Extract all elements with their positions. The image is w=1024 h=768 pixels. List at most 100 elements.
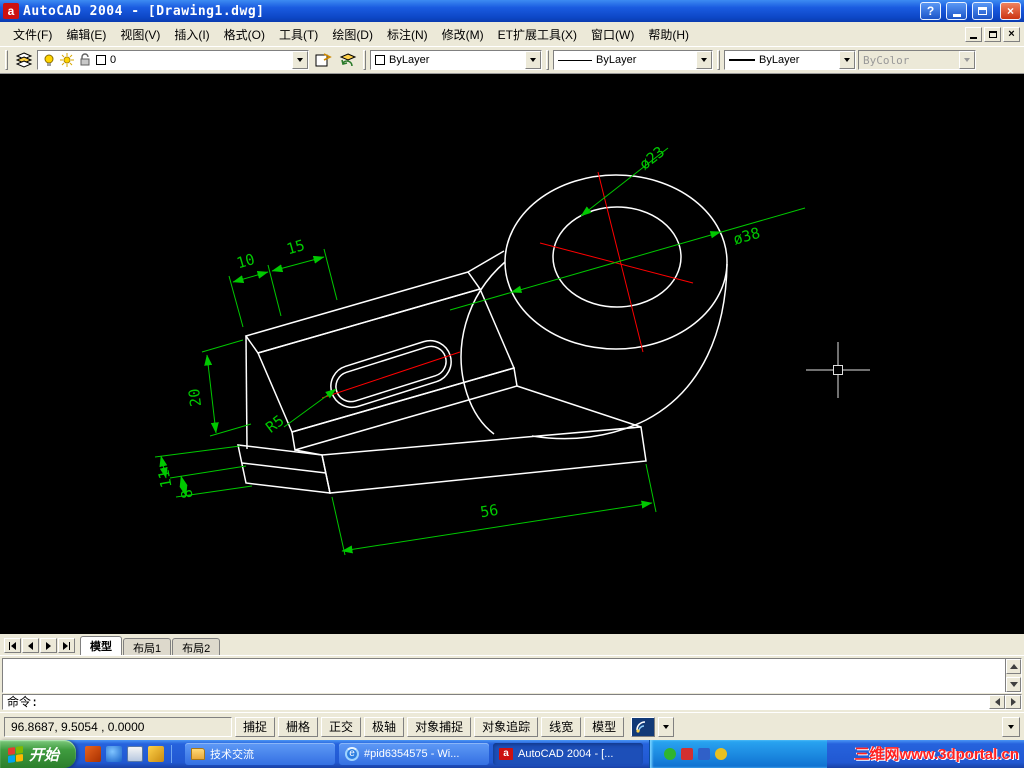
menu-item-window[interactable]: 窗口(W) — [584, 23, 641, 46]
cylinder-right-silhouette[interactable] — [531, 263, 728, 440]
lineweight-combobox[interactable]: ByLayer — [724, 50, 856, 70]
status-tray-menu-button[interactable] — [1002, 716, 1020, 737]
menu-item-help[interactable]: 帮助(H) — [641, 23, 696, 46]
tray-icon-blue[interactable] — [698, 748, 711, 760]
toggle-osnap[interactable]: 对象捕捉 — [407, 716, 472, 737]
start-button[interactable]: 开始 — [0, 740, 77, 768]
taskbar-task-browser[interactable]: e #pid6354575 - Wi... — [339, 743, 490, 765]
menu-item-format[interactable]: 格式(O) — [217, 23, 272, 46]
toolbar-drag-handle[interactable] — [717, 50, 720, 70]
extension-line[interactable] — [267, 264, 282, 317]
close-button[interactable]: × — [1000, 2, 1021, 20]
command-history[interactable]: 命令: _ucsicon 输入选项 [开(ON)/关(OFF)/全部(A)/非原… — [2, 658, 1022, 693]
centerlines[interactable] — [321, 171, 694, 399]
layer-combobox[interactable]: 0 — [37, 50, 309, 70]
part-geometry[interactable] — [237, 174, 728, 494]
dim-text-10[interactable]: 10 — [234, 250, 256, 272]
first-tab-button[interactable] — [4, 638, 21, 653]
menu-item-tools[interactable]: 工具(T) — [272, 23, 325, 46]
tray-icon-red[interactable] — [681, 748, 694, 760]
dim-text-r5[interactable]: R5 — [262, 411, 287, 436]
tab-layout2[interactable]: 布局2 — [172, 638, 221, 655]
restore-button[interactable] — [972, 2, 993, 20]
toggle-ortho[interactable]: 正交 — [321, 716, 362, 737]
toolbar-drag-handle[interactable] — [546, 50, 549, 70]
scroll-right-button[interactable] — [1005, 695, 1021, 709]
dim-line-20[interactable] — [204, 354, 219, 434]
cylinder-centerline-horizontal[interactable] — [539, 242, 694, 284]
cylinder-bore-ellipse[interactable] — [552, 206, 682, 308]
toggle-grid[interactable]: 栅格 — [278, 716, 319, 737]
communication-center-button[interactable] — [631, 716, 656, 737]
help-title-button[interactable]: ? — [920, 2, 941, 20]
taskbar-task-folder[interactable]: 技术交流 — [185, 743, 336, 765]
command-input-line[interactable]: 命令: — [2, 694, 1022, 710]
extension-line[interactable] — [331, 496, 346, 556]
autocad-app-icon[interactable]: a — [3, 3, 19, 19]
layer-freeze-sun-icon[interactable] — [60, 53, 74, 67]
bracket-left-curve[interactable] — [460, 261, 506, 435]
layer-previous-button[interactable] — [336, 49, 359, 71]
toggle-lineweight[interactable]: 线宽 — [541, 716, 582, 737]
part-left-edge[interactable] — [245, 335, 248, 450]
quick-launch-icon-2[interactable] — [148, 746, 165, 762]
part-base-top-edge[interactable] — [516, 385, 642, 428]
menu-item-dimension[interactable]: 标注(N) — [380, 23, 435, 46]
internet-explorer-icon[interactable] — [106, 746, 123, 762]
dim-line-15[interactable] — [271, 255, 325, 273]
dimension-lines[interactable] — [154, 147, 806, 556]
dim-line-dia38[interactable] — [449, 207, 806, 311]
last-tab-button[interactable] — [58, 638, 75, 653]
mdi-minimize-button[interactable] — [965, 26, 982, 42]
color-combobox[interactable]: ByLayer — [370, 50, 542, 70]
scroll-down-button[interactable] — [1006, 677, 1021, 692]
menu-item-edit[interactable]: 编辑(E) — [59, 23, 113, 46]
toggle-otrack[interactable]: 对象追踪 — [474, 716, 539, 737]
menu-item-view[interactable]: 视图(V) — [113, 23, 167, 46]
menu-item-draw[interactable]: 绘图(D) — [325, 23, 380, 46]
drawing-canvas[interactable]: 10 15 20 11 8 56 R5 ø23 ø38 — [0, 74, 1024, 634]
extension-line[interactable] — [645, 463, 657, 513]
toolbar-drag-handle[interactable] — [363, 50, 366, 70]
next-tab-button[interactable] — [40, 638, 57, 653]
layer-lock-icon[interactable] — [78, 53, 92, 67]
part-base-step-line[interactable] — [241, 462, 327, 474]
extension-line[interactable] — [228, 275, 244, 328]
coordinate-display[interactable]: 96.8687, 9.5054 , 0.0000 — [4, 716, 232, 737]
tray-icon-green[interactable] — [664, 748, 677, 760]
extension-line[interactable] — [201, 339, 244, 353]
show-desktop-icon[interactable] — [127, 746, 144, 762]
quick-launch-icon-1[interactable] — [85, 746, 102, 762]
linetype-combobox[interactable]: ByLayer — [553, 50, 713, 70]
taskbar-task-autocad[interactable]: a AutoCAD 2004 - [... — [493, 743, 644, 765]
dim-text-56[interactable]: 56 — [479, 501, 500, 522]
extension-line[interactable] — [323, 248, 338, 301]
dim-line-10[interactable] — [232, 271, 269, 283]
menu-item-insert[interactable]: 插入(I) — [167, 23, 216, 46]
layer-dropdown-button[interactable] — [292, 51, 308, 69]
toolbar-drag-handle[interactable] — [5, 50, 8, 70]
previous-tab-button[interactable] — [22, 638, 39, 653]
color-dropdown-button[interactable] — [525, 51, 541, 69]
part-step-top-face[interactable] — [244, 271, 482, 354]
lineweight-dropdown-button[interactable] — [839, 51, 855, 69]
tab-layout1[interactable]: 布局1 — [123, 638, 172, 655]
command-scrollbar[interactable] — [1005, 659, 1021, 692]
menu-item-express-tools[interactable]: ET扩展工具(X) — [491, 23, 584, 46]
tray-icon-yellow[interactable] — [715, 748, 728, 760]
command-h-scrollbar[interactable] — [989, 695, 1021, 709]
make-layer-current-button[interactable] — [311, 49, 334, 71]
scroll-left-button[interactable] — [989, 695, 1005, 709]
minimize-button[interactable] — [946, 2, 967, 20]
layer-color-swatch[interactable] — [96, 55, 106, 65]
tab-model[interactable]: 模型 — [80, 636, 122, 655]
menu-item-modify[interactable]: 修改(M) — [435, 23, 491, 46]
extension-line[interactable] — [154, 445, 241, 458]
dim-text-8[interactable]: 8 — [177, 488, 196, 500]
part-base-front-face[interactable] — [321, 426, 647, 494]
dim-text-20[interactable]: 20 — [185, 388, 205, 408]
menu-item-file[interactable]: 文件(F) — [6, 23, 59, 46]
toggle-model-space[interactable]: 模型 — [584, 716, 625, 737]
layer-properties-button[interactable] — [12, 49, 35, 71]
linetype-dropdown-button[interactable] — [696, 51, 712, 69]
